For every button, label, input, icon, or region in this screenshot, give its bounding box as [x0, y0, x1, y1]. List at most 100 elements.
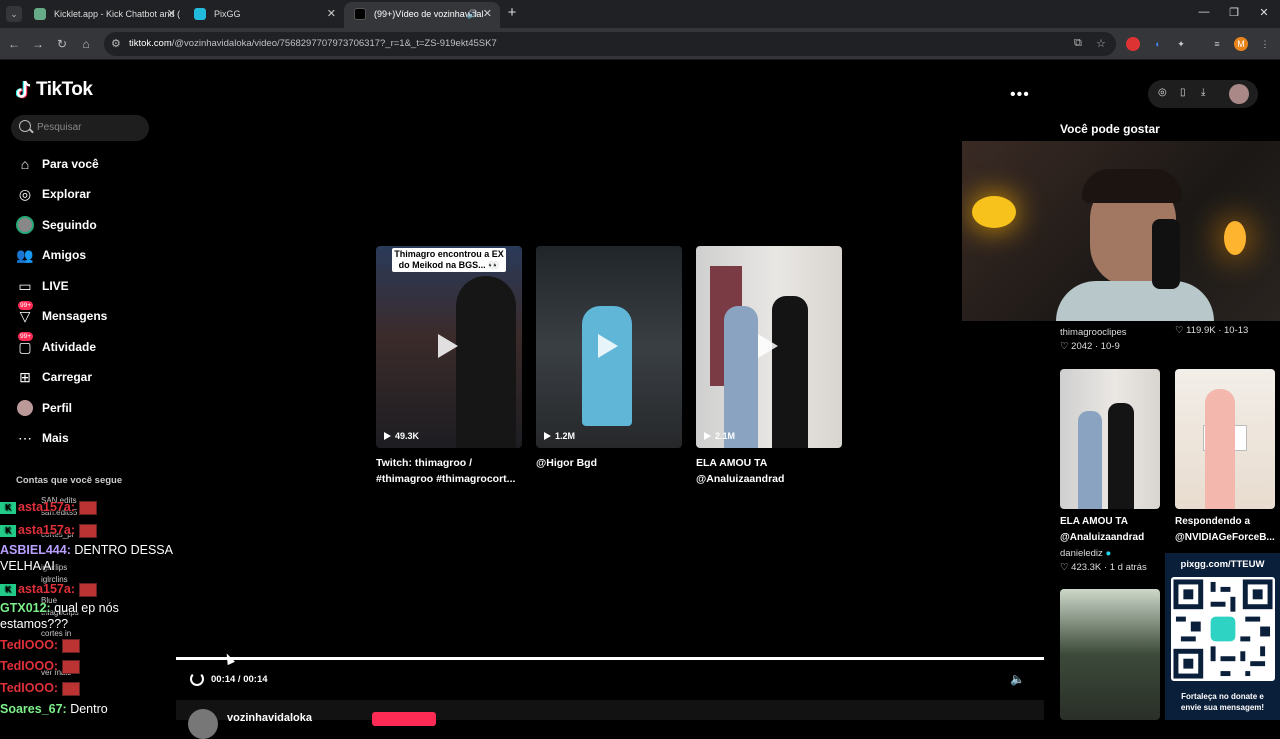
nav-friends[interactable]: 👥 Amigos: [16, 245, 86, 265]
extension-red-icon[interactable]: [1126, 37, 1140, 51]
following-avatar-icon: [16, 216, 34, 234]
emote-icon: [79, 582, 97, 597]
restore-icon[interactable]: ❐: [1226, 6, 1242, 19]
play-icon: [758, 334, 778, 358]
upload-icon: ⊞: [19, 369, 31, 385]
replay-icon[interactable]: [190, 672, 204, 686]
tiktok-favicon-icon: [354, 8, 366, 20]
close-tab-icon[interactable]: ✕: [167, 2, 176, 26]
nav-upload[interactable]: ⊞ Carregar: [16, 367, 92, 387]
extensions-puzzle-icon[interactable]: ✦: [1174, 37, 1188, 51]
profile-avatar-icon[interactable]: M: [1234, 37, 1248, 51]
video-time: 00:14 / 00:14: [211, 674, 268, 685]
more-icon: ⋯: [18, 430, 32, 446]
emote-icon: [79, 523, 97, 538]
close-tab-icon[interactable]: ✕: [327, 2, 336, 26]
home-icon[interactable]: ⌂: [78, 36, 94, 52]
suggestions-heading: Você pode gostar: [1060, 122, 1160, 136]
tiktok-wordmark: TikTok: [36, 79, 93, 100]
nav-explore[interactable]: ◎ Explorar: [16, 184, 91, 204]
nav-live[interactable]: ▭ LIVE: [16, 276, 68, 296]
tiktok-note-icon: [15, 80, 32, 100]
suggestion-thumbnail[interactable]: [1060, 589, 1160, 720]
suggestion-thumbnail[interactable]: [1175, 369, 1275, 509]
video-title[interactable]: ELA AMOU TA @Analuizaandrad: [696, 455, 846, 487]
search-input[interactable]: Pesquisar: [11, 115, 149, 141]
nav-activity[interactable]: ▢ 99+ Atividade: [16, 332, 96, 357]
suggestion-title[interactable]: @Analuizaandrad: [1060, 532, 1144, 543]
following-heading: Contas que você segue: [16, 475, 123, 486]
video-progress-bar[interactable]: [176, 657, 1044, 660]
suggestion-author[interactable]: thimagrooclipes: [1060, 327, 1127, 338]
more-options-icon[interactable]: •••: [1010, 86, 1030, 104]
user-avatar[interactable]: [1229, 84, 1249, 104]
home-icon: ⌂: [20, 156, 30, 172]
donation-message: Fortaleça no donate e envie sua mensagem!: [1180, 692, 1265, 712]
search-icon: [19, 120, 31, 132]
video-thumbnail[interactable]: 1.2M: [536, 246, 682, 448]
suggestion-title[interactable]: ELA AMOU TA: [1060, 516, 1128, 527]
back-icon[interactable]: ←: [6, 36, 22, 52]
kick-badge-icon: K: [0, 524, 16, 537]
nav-for-you[interactable]: ⌂ Para você: [16, 154, 99, 174]
video-title[interactable]: Twitch: thimagroo / #thimagroo #thimagroc…: [376, 455, 526, 487]
view-count: 49.3K: [384, 431, 419, 441]
video-thumbnail[interactable]: 2.1M: [696, 246, 842, 448]
suggestion-title[interactable]: Respondendo a: [1175, 516, 1250, 527]
suggestion-title[interactable]: @NVIDIAGeForceB...: [1175, 532, 1275, 543]
video-thumbnail[interactable]: Thimagro encontrou a EX do Meikod na BGS…: [376, 246, 522, 448]
chat-line: VELHA AI: [0, 559, 55, 573]
volume-icon[interactable]: 🔈: [1010, 672, 1025, 686]
activity-icon: ▢ 99+: [18, 332, 34, 355]
nav-profile[interactable]: Perfil: [16, 398, 72, 418]
nav-messages[interactable]: ▽ 99+ Mensagens: [16, 301, 107, 326]
reload-icon[interactable]: ↻: [54, 36, 70, 52]
browser-toolbar: ← → ↻ ⌂ ⚙ tiktok.com/@vozinhavidaloka/vi…: [0, 28, 1280, 60]
tiktok-logo[interactable]: TikTok: [15, 78, 93, 102]
donation-qr-panel: pixgg.com/TTEUW Fortaleça no donate e env…: [1165, 553, 1280, 720]
messages-badge: 99+: [18, 301, 34, 310]
site-info-icon[interactable]: ⚙: [111, 37, 121, 50]
compass-icon: ◎: [18, 186, 32, 202]
close-window-icon[interactable]: ✕: [1256, 6, 1272, 19]
chat-line: estamos???: [0, 617, 69, 631]
media-control-icon[interactable]: ≡: [1210, 37, 1224, 51]
streamer-webcam: [962, 141, 1280, 321]
nav-more[interactable]: ⋯ Mais: [16, 428, 69, 448]
extension-audio-icon[interactable]: ◖: [1150, 37, 1164, 51]
url-text[interactable]: tiktok.com/@vozinhavidaloka/video/756829…: [129, 38, 497, 49]
video-title[interactable]: @Higor Bgd: [536, 455, 686, 471]
chat-line: Kasta157a:: [0, 500, 97, 515]
verified-icon: ●: [1105, 548, 1112, 559]
suggestion-author[interactable]: danielediz ●: [1060, 548, 1111, 559]
chat-line: Kasta157a:: [0, 523, 97, 538]
audio-playing-icon[interactable]: 🔊: [467, 2, 478, 26]
chat-line: TedIOOO:: [0, 659, 81, 674]
live-icon: ▭: [18, 278, 32, 294]
author-name[interactable]: vozinhavidaloka: [227, 712, 312, 724]
install-app-icon[interactable]: ⧉: [1074, 37, 1082, 50]
new-tab-button[interactable]: +: [504, 4, 520, 22]
nav-following[interactable]: Seguindo: [16, 215, 97, 235]
chat-line: Soares_67: Dentro: [0, 702, 108, 716]
download-icon[interactable]: ⤓: [1201, 87, 1205, 98]
minimize-icon[interactable]: —: [1196, 6, 1212, 18]
device-icon[interactable]: ▯: [1180, 87, 1186, 98]
pixgg-favicon-icon: [194, 8, 206, 20]
tab-pixgg[interactable]: PixGG ✕: [184, 2, 344, 28]
chrome-menu-icon[interactable]: ⋮: [1258, 37, 1272, 51]
bookmark-star-icon[interactable]: ☆: [1096, 37, 1106, 50]
suggestion-thumbnail[interactable]: [1060, 369, 1160, 509]
address-bar[interactable]: ⚙ tiktok.com/@vozinhavidaloka/video/7568…: [104, 32, 1116, 56]
close-tab-icon[interactable]: ✕: [483, 2, 492, 26]
follow-button[interactable]: [372, 712, 436, 726]
play-small-icon: [544, 432, 551, 440]
forward-icon[interactable]: →: [30, 36, 46, 52]
play-icon: [438, 334, 458, 358]
compass-icon[interactable]: ◎: [1158, 87, 1167, 98]
tab-tiktok-video[interactable]: (99+)Vídeo de vozinhavidal 🔊 ✕: [344, 2, 500, 28]
tab-search-button[interactable]: ⌄: [6, 6, 22, 22]
kick-badge-icon: K: [0, 501, 16, 514]
author-avatar[interactable]: [188, 709, 218, 739]
tab-kicklet[interactable]: Kicklet.app - Kick Chatbot and ( ✕: [24, 2, 184, 28]
